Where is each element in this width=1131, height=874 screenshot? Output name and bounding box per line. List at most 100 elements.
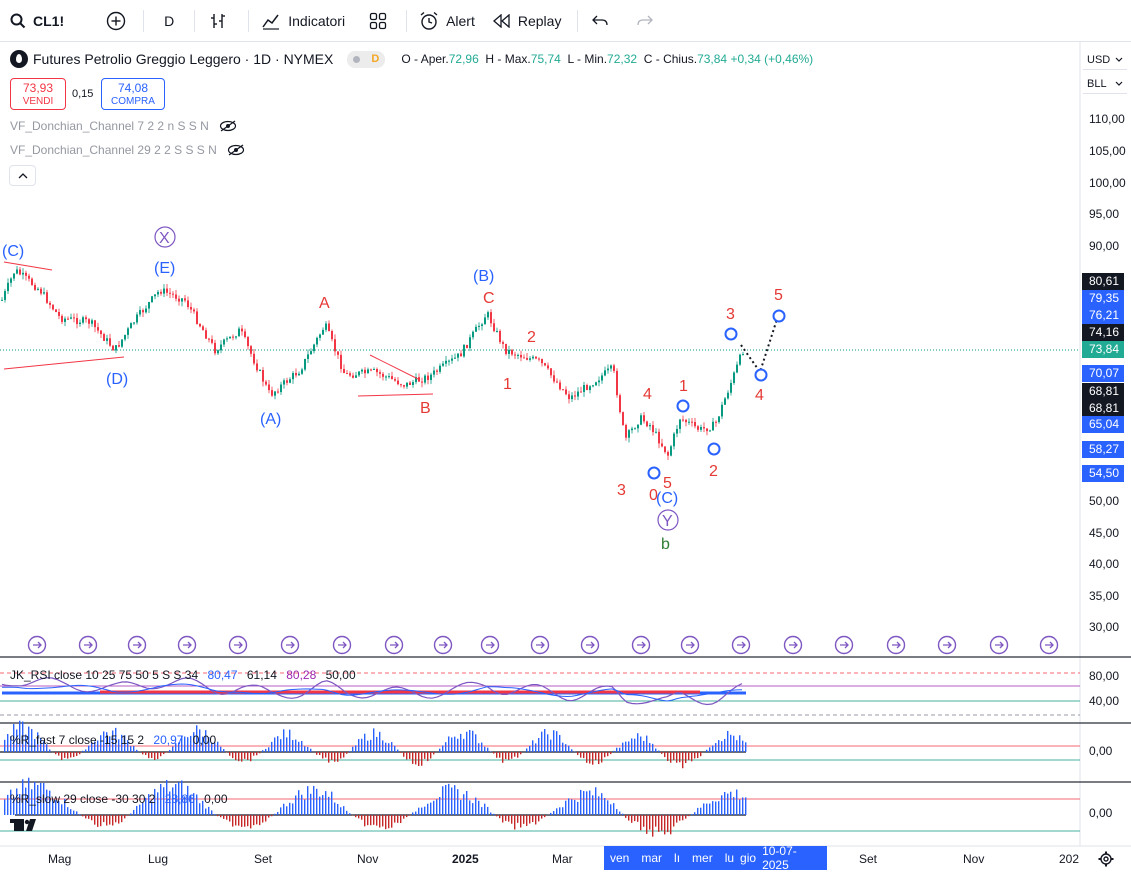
candle-body: [739, 354, 741, 365]
candle-body: [322, 329, 324, 335]
candle-body: [637, 424, 639, 429]
histogram-bar: [391, 742, 393, 752]
histogram-bar: [538, 815, 540, 822]
wave-label: A: [319, 295, 330, 312]
histogram-bar: [58, 752, 60, 756]
histogram-bar: [49, 749, 51, 752]
histogram-bar: [301, 794, 303, 815]
candle-body: [298, 373, 300, 376]
collapse-legend-button[interactable]: [9, 165, 36, 186]
candle-body: [286, 380, 288, 383]
candle-body: [253, 353, 255, 364]
indicator-donchian-29[interactable]: VF_Donchian_Channel 29 2 2 S S S N: [10, 143, 245, 157]
histogram-bar: [328, 796, 330, 815]
r-fast-legend[interactable]: %R_fast 7 close -15 15 2 20,97 0,00: [10, 733, 222, 747]
histogram-bar: [589, 790, 591, 815]
histogram-bar: [127, 815, 129, 816]
buy-button[interactable]: 74,08 COMPRA: [101, 78, 165, 110]
histogram-bar: [697, 752, 699, 759]
histogram-bar: [487, 806, 489, 815]
candle-body: [679, 419, 681, 429]
price-tag: 80,61: [1082, 273, 1124, 290]
candle-body: [106, 338, 108, 341]
histogram-bar: [673, 752, 675, 761]
eye-hidden-icon[interactable]: [219, 119, 237, 133]
r-fast-name: %R_fast 7 close -15 15 2: [10, 733, 145, 747]
histogram-bar: [4, 739, 6, 752]
candle-body: [145, 308, 147, 313]
histogram-bar: [502, 815, 504, 823]
histogram-bar: [493, 813, 495, 815]
candle-body: [544, 363, 546, 366]
histogram-bar: [640, 736, 642, 752]
sell-button[interactable]: 73,93 VENDI: [10, 78, 66, 110]
candle-body: [205, 330, 207, 339]
candle-body: [715, 421, 717, 423]
unit-selector[interactable]: BLL: [1083, 74, 1127, 94]
histogram-bar: [238, 752, 240, 762]
wave-label: 1: [503, 376, 512, 393]
candle-body: [400, 384, 402, 386]
histogram-bar: [256, 752, 258, 756]
candle-body: [664, 446, 666, 453]
histogram-bar: [643, 815, 645, 827]
histogram-bar: [151, 752, 153, 759]
histogram-bar: [340, 752, 342, 759]
candle-body: [31, 278, 33, 285]
histogram-bar: [304, 799, 306, 815]
candle-body: [703, 427, 705, 429]
r-slow-legend[interactable]: %R_slow 29 close -30 30 2 28,86 0,00: [10, 792, 234, 806]
histogram-bar: [598, 796, 600, 815]
histogram-bar: [703, 803, 705, 815]
histogram-bar: [736, 789, 738, 815]
histogram-bar: [550, 739, 552, 752]
candle-body: [406, 382, 408, 387]
candle-body: [652, 425, 654, 433]
candle-body: [577, 391, 579, 397]
histogram-bar: [76, 811, 78, 815]
candle-body: [445, 360, 447, 364]
histogram-bar: [283, 803, 285, 815]
candle-body: [250, 346, 252, 354]
candle-body: [376, 369, 378, 373]
histogram-bar: [517, 752, 519, 758]
candle-body: [10, 278, 12, 283]
rsi-value-1: 80,47: [207, 668, 238, 682]
histogram-bar: [472, 803, 474, 815]
rsi-name: JK_RSI close 10 25 75 50 5 S S 34: [10, 668, 199, 682]
indicator-donchian-7[interactable]: VF_Donchian_Channel 7 2 2 n S S N: [10, 119, 237, 133]
spread-value: 0,15: [72, 88, 94, 100]
delayed-badge[interactable]: D: [347, 50, 386, 68]
candle-body: [274, 391, 276, 396]
candle-body: [523, 357, 525, 359]
histogram-bar: [7, 734, 9, 752]
candle-body: [151, 296, 153, 303]
candle-body: [271, 390, 273, 396]
currency-selector[interactable]: USD: [1083, 50, 1127, 70]
r-slow-name: %R_slow 29 close -30 30 2: [10, 792, 156, 806]
tradingview-logo[interactable]: [10, 819, 36, 831]
histogram-bar: [118, 815, 120, 824]
histogram-bar: [307, 786, 309, 815]
rsi-axis-tick: 80,00: [1089, 669, 1120, 683]
event-markers[interactable]: [27, 635, 1059, 655]
chevron-up-icon: [18, 172, 27, 178]
histogram-bar: [334, 802, 336, 815]
candle-body: [262, 370, 264, 382]
histogram-bar: [139, 804, 141, 815]
histogram-bar: [514, 815, 516, 830]
symbol-title[interactable]: Futures Petrolio Greggio Leggero · 1D · …: [33, 51, 333, 67]
candle-body: [34, 284, 36, 290]
price-tag: 58,27: [1082, 441, 1124, 458]
histogram-bar: [331, 752, 333, 760]
candle-body: [40, 288, 42, 294]
histogram-bar: [280, 739, 282, 752]
candle-body: [421, 381, 423, 383]
candle-body: [349, 373, 351, 376]
eye-hidden-icon[interactable]: [227, 143, 245, 157]
rsi-legend[interactable]: JK_RSI close 10 25 75 50 5 S S 34 80,47 …: [10, 668, 362, 682]
histogram-bar: [220, 746, 222, 752]
histogram-bar: [364, 815, 366, 827]
histogram-bar: [205, 808, 207, 815]
gear-icon[interactable]: [1098, 851, 1114, 867]
